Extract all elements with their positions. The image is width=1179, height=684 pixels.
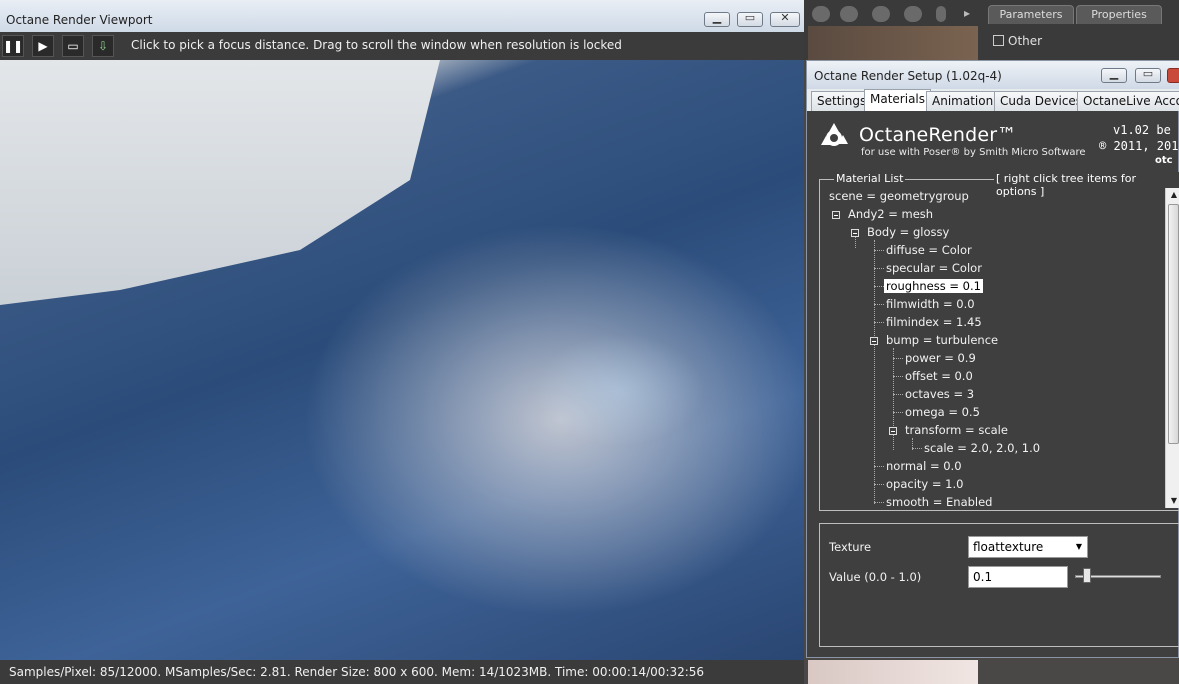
render-stats: Samples/Pixel: 85/12000. MSamples/Sec: 2…: [9, 665, 705, 679]
tab-materials[interactable]: Materials: [864, 89, 932, 111]
tree-item[interactable]: opacity = 1.0: [886, 477, 963, 491]
figure-icon[interactable]: [936, 6, 946, 22]
octane-logo-icon: [821, 123, 848, 146]
tree-scrollbar[interactable]: ▲ ▼: [1165, 188, 1179, 508]
tree-item[interactable]: octaves = 3: [905, 387, 974, 401]
minimize-button[interactable]: ▁: [1101, 67, 1127, 83]
maximize-button[interactable]: ▭: [737, 11, 763, 27]
collapse-toggle-icon[interactable]: [851, 229, 859, 237]
tree-item-selected[interactable]: roughness = 0.1: [884, 279, 983, 293]
tree-item[interactable]: scene = geometrygroup: [829, 189, 969, 203]
logo-name: OctaneRender™: [859, 124, 1017, 146]
chevron-right-icon[interactable]: ▸: [964, 6, 970, 20]
octane-setup-dialog: Octane Render Setup (1.02q-4) ▁ ▭ Settin…: [806, 60, 1179, 658]
monitor-icon[interactable]: ▭: [62, 35, 84, 57]
tab-octanelive[interactable]: OctaneLive Accou: [1077, 91, 1179, 111]
tree-item[interactable]: normal = 0.0: [886, 459, 962, 473]
camera-icon[interactable]: [812, 6, 830, 22]
pause-icon[interactable]: ❚❚: [2, 35, 24, 57]
material-list-hint: [ right click tree items for options ]: [994, 172, 1179, 198]
value-input[interactable]: 0.1: [968, 566, 1068, 588]
tree-item[interactable]: omega = 0.5: [905, 405, 980, 419]
tree-item[interactable]: offset = 0.0: [905, 369, 973, 383]
tree-item[interactable]: filmwidth = 0.0: [886, 297, 975, 311]
eye-icon[interactable]: [840, 6, 858, 22]
copyright-label: ® 2011, 201: [1099, 139, 1179, 153]
viewport-toolbar: ❚❚ ▶ ▭ ⇩ Click to pick a focus distance.…: [0, 32, 804, 60]
setup-tabs: Settings Materials Animation Cuda Device…: [807, 89, 1179, 111]
maximize-button[interactable]: ▭: [1135, 67, 1161, 83]
version-label: v1.02 be: [1113, 123, 1171, 137]
group-label: Other: [1008, 34, 1043, 48]
viewport-statusbar: Samples/Pixel: 85/12000. MSamples/Sec: 2…: [0, 660, 804, 684]
close-button[interactable]: ✕: [770, 11, 800, 27]
collapse-toggle-icon[interactable]: [870, 337, 878, 345]
tree-item[interactable]: filmindex = 1.45: [886, 315, 982, 329]
viewport-title: Octane Render Viewport: [6, 13, 153, 27]
collapse-toggle-icon[interactable]: [832, 211, 840, 219]
brand-label: otc: [1155, 155, 1173, 166]
poser-tabs: Parameters Properties: [986, 3, 1179, 25]
tree-item[interactable]: power = 0.9: [905, 351, 976, 365]
tree-item[interactable]: bump = turbulence: [886, 333, 998, 347]
sphere-icon[interactable]: [872, 6, 890, 22]
tree-item[interactable]: smooth = Enabled: [886, 495, 992, 509]
viewport-titlebar: Octane Render Viewport ▁ ▭ ✕: [0, 0, 804, 33]
tab-parameters[interactable]: Parameters: [988, 5, 1074, 24]
texture-select-value: floattexture: [973, 540, 1044, 554]
viewport-hint: Click to pick a focus distance. Drag to …: [131, 38, 622, 52]
poser-preview-strip: [808, 26, 978, 60]
octane-logo-banner: OctaneRender™ for use with Poser® by Smi…: [817, 119, 1179, 169]
chevron-down-icon: ▼: [1075, 542, 1082, 551]
scrollbar-thumb[interactable]: [1168, 204, 1179, 444]
tab-animation[interactable]: Animation: [926, 91, 1000, 111]
move-icon[interactable]: [904, 6, 922, 22]
logo-subtitle: for use with Poser® by Smith Micro Softw…: [861, 147, 1086, 158]
texture-select[interactable]: floattexture ▼: [968, 536, 1088, 558]
tree-item[interactable]: scale = 2.0, 2.0, 1.0: [924, 441, 1040, 455]
tab-cuda-devices[interactable]: Cuda Devices: [994, 91, 1089, 111]
render-background: [0, 60, 440, 305]
collapse-toggle-icon[interactable]: [889, 427, 897, 435]
poser-bottom-strip: [808, 660, 978, 684]
collapse-box-icon: [993, 35, 1004, 46]
poser-toolbar: ▸: [808, 4, 978, 26]
tree-item[interactable]: specular = Color: [886, 261, 982, 275]
tree-item[interactable]: transform = scale: [905, 423, 1008, 437]
value-label: Value (0.0 - 1.0): [829, 570, 922, 584]
octane-viewport-window: Octane Render Viewport ▁ ▭ ✕ ❚❚ ▶ ▭ ⇩ Cl…: [0, 0, 804, 684]
scroll-up-icon[interactable]: ▲: [1166, 188, 1179, 202]
tree-item[interactable]: diffuse = Color: [886, 243, 972, 257]
setup-title: Octane Render Setup (1.02q-4): [814, 69, 1002, 83]
tab-properties[interactable]: Properties: [1076, 5, 1162, 24]
close-button[interactable]: [1167, 68, 1179, 83]
render-canvas[interactable]: [0, 60, 804, 660]
minimize-button[interactable]: ▁: [704, 11, 730, 27]
play-icon[interactable]: ▶: [32, 35, 54, 57]
tree-item[interactable]: Body = glossy: [867, 225, 949, 239]
poser-group-other[interactable]: Other: [993, 34, 1042, 48]
texture-label: Texture: [829, 540, 872, 554]
tree-item[interactable]: Andy2 = mesh: [848, 207, 933, 221]
scroll-down-icon[interactable]: ▼: [1166, 494, 1179, 508]
value-slider-thumb[interactable]: [1082, 568, 1091, 583]
material-list-legend: Material List: [834, 172, 906, 185]
setup-titlebar: Octane Render Setup (1.02q-4) ▁ ▭: [807, 61, 1179, 89]
save-image-icon[interactable]: ⇩: [92, 35, 114, 57]
